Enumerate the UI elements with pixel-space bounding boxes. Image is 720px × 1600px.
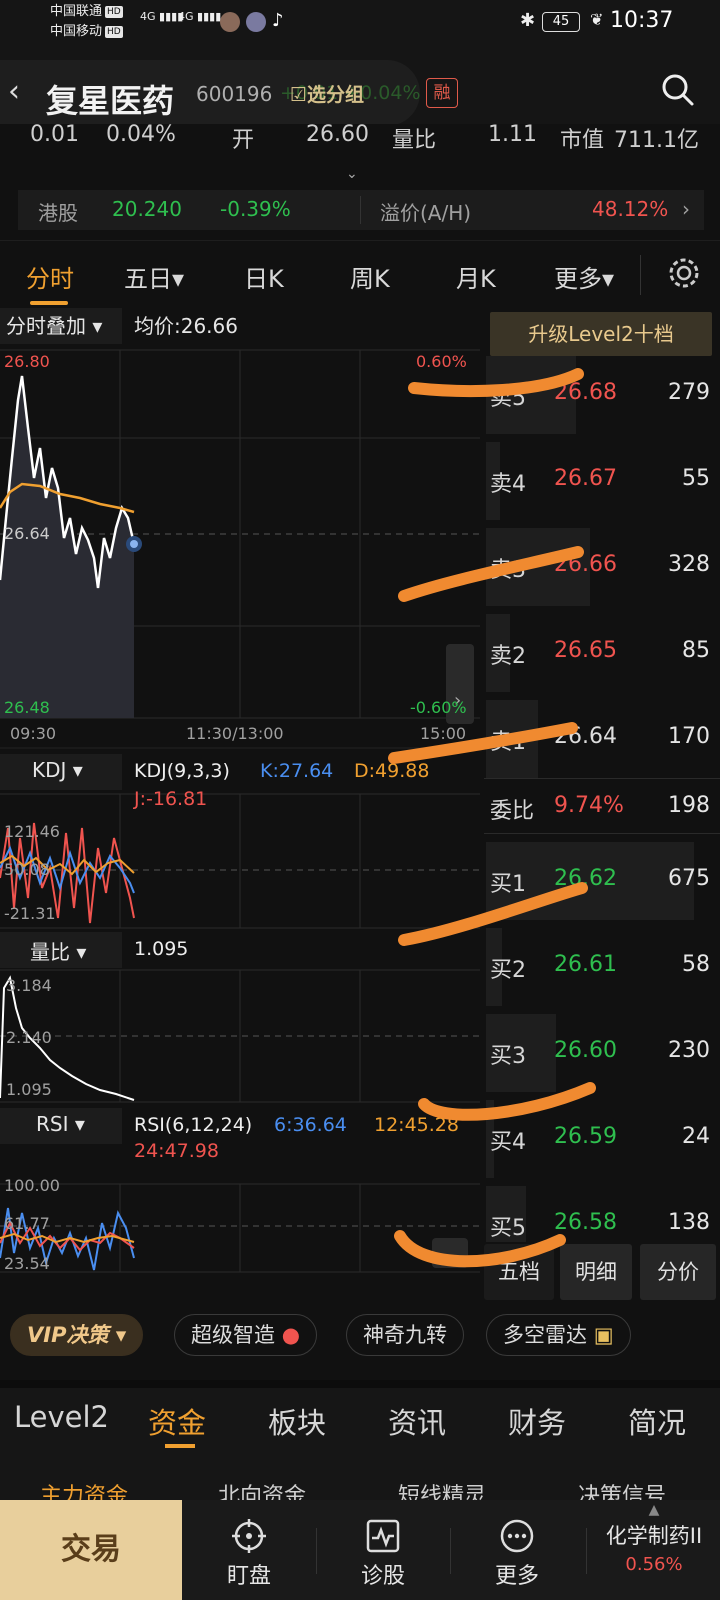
sector-indicator[interactable]: ▲ 化学制药II 0.56% — [588, 1500, 720, 1600]
nav-divider-3 — [586, 1528, 587, 1574]
tab-level2[interactable]: Level2 — [14, 1400, 109, 1434]
radar-icon: ▣ — [593, 1323, 614, 1347]
tab-financials[interactable]: 财务 — [508, 1400, 566, 1442]
nav-divider-1 — [316, 1528, 317, 1574]
annotation-stroke-1 — [408, 368, 584, 398]
annotation-stroke-2 — [398, 546, 584, 602]
subtab-signals[interactable]: 决策信号 — [578, 1478, 666, 1500]
target-icon — [232, 1519, 266, 1553]
funds-sub-tabs: 主力资金 北向资金 短线精灵 决策信号 — [0, 1450, 720, 1500]
nav-divider-2 — [450, 1528, 451, 1574]
magic-nine-button[interactable]: 神奇九转 — [346, 1314, 464, 1356]
bull-bear-radar-label: 多空雷达 — [503, 1323, 587, 1347]
tools-row: VIP决策 ▾ 超级智造 ● 神奇九转 多空雷达 ▣ — [0, 1306, 720, 1368]
annotation-stroke-3 — [388, 722, 578, 764]
pulse-chart-icon — [366, 1519, 400, 1553]
watch-label: 盯盘 — [226, 1564, 271, 1589]
bull-bear-radar-button[interactable]: 多空雷达 ▣ — [486, 1314, 631, 1356]
trade-button[interactable]: 交易 — [0, 1500, 182, 1600]
hot-icon: ● — [281, 1323, 301, 1347]
chevron-up-icon: ▲ — [648, 1502, 660, 1518]
tab-profile[interactable]: 简况 — [628, 1400, 686, 1442]
annotation-stroke-6 — [394, 1230, 566, 1268]
subtab-main-funds[interactable]: 主力资金 — [40, 1478, 128, 1500]
more-label: 更多 — [494, 1564, 539, 1589]
subtab-northbound[interactable]: 北向资金 — [218, 1478, 306, 1500]
info-tab-bar: Level2 资金 板块 资讯 财务 简况 — [0, 1380, 720, 1450]
sector-change: 0.56% — [625, 1554, 683, 1575]
more-dots-icon — [500, 1519, 534, 1553]
tab-news[interactable]: 资讯 — [388, 1400, 446, 1442]
watch-button[interactable]: 盯盘 — [184, 1500, 314, 1600]
tab-sectors[interactable]: 板块 — [268, 1400, 326, 1442]
super-smart-label: 超级智造 — [191, 1323, 275, 1347]
bottom-nav: 交易 盯盘 诊股 更多 ▲ 化学制药II 0.56% — [0, 1500, 720, 1600]
tab-funds[interactable]: 资金 — [148, 1400, 206, 1442]
vip-decision-button[interactable]: VIP决策 ▾ — [10, 1314, 144, 1356]
subtab-short-term[interactable]: 短线精灵 — [398, 1478, 486, 1500]
diagnose-button[interactable]: 诊股 — [318, 1500, 448, 1600]
annotation-stroke-4 — [398, 882, 588, 946]
diagnose-label: 诊股 — [360, 1564, 405, 1589]
sector-name: 化学制药II — [605, 1524, 703, 1548]
super-smart-button[interactable]: 超级智造 ● — [174, 1314, 318, 1356]
annotation-stroke-5 — [418, 1082, 596, 1121]
more-button[interactable]: 更多 — [452, 1500, 582, 1600]
info-tab-indicator — [165, 1444, 195, 1448]
